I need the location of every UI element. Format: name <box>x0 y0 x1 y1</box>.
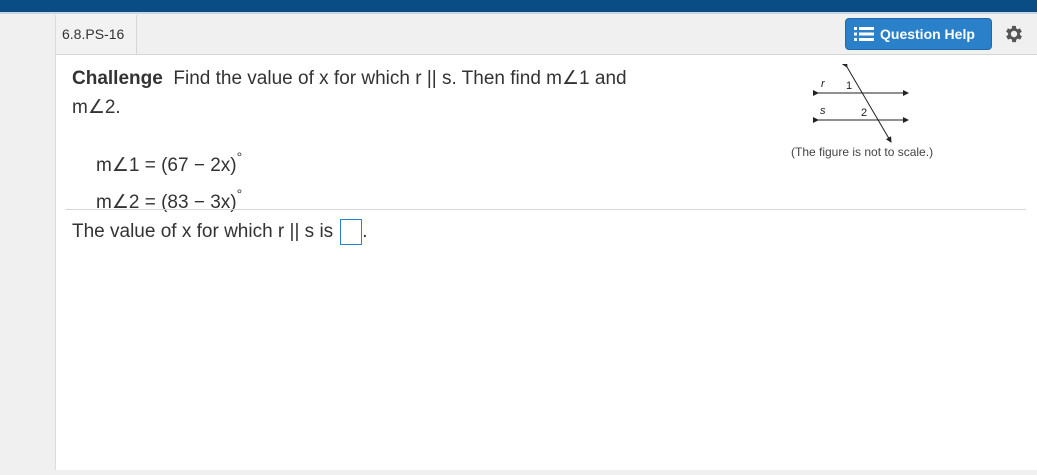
question-panel: 6.8.PS-16 Question Help Challenge Find t… <box>55 15 1037 470</box>
question-help-button[interactable]: Question Help <box>845 18 992 50</box>
answer-line: The value of x for which r || s is . <box>72 218 367 246</box>
given-expressions: m∠1 = (67 − 2x)° m∠2 = (83 − 3x)° <box>96 143 242 217</box>
angle-1-expression: m∠1 = (67 − 2x)° <box>96 149 243 176</box>
answer-suffix: . <box>362 221 368 242</box>
problem-id: 6.8.PS-16 <box>56 15 137 54</box>
list-icon <box>854 27 874 41</box>
label-r: r <box>821 78 826 90</box>
top-bar <box>0 0 1037 14</box>
label-angle-1: 1 <box>846 80 852 92</box>
answer-prompt: The value of x for which r || s is <box>72 221 334 242</box>
angle-2-expression: m∠2 = (83 − 3x)° <box>96 186 243 213</box>
question-prompt: Challenge Find the value of x for which … <box>72 64 722 122</box>
label-angle-2: 2 <box>861 107 867 119</box>
prompt-line-2: m∠2. <box>72 97 121 118</box>
parallel-lines-figure: r s 1 2 <box>813 64 909 143</box>
question-header: 6.8.PS-16 Question Help <box>56 15 1037 55</box>
transversal-line <box>841 64 892 143</box>
gear-icon[interactable] <box>1003 23 1025 45</box>
figure-caption: (The figure is not to scale.) <box>791 145 934 159</box>
prompt-line-1: Find the value of x for which r || s. Th… <box>173 68 627 89</box>
challenge-label: Challenge <box>72 68 163 89</box>
answer-input[interactable] <box>340 219 363 245</box>
question-help-label: Question Help <box>880 26 975 42</box>
divider <box>66 209 1026 210</box>
label-s: s <box>820 105 826 117</box>
